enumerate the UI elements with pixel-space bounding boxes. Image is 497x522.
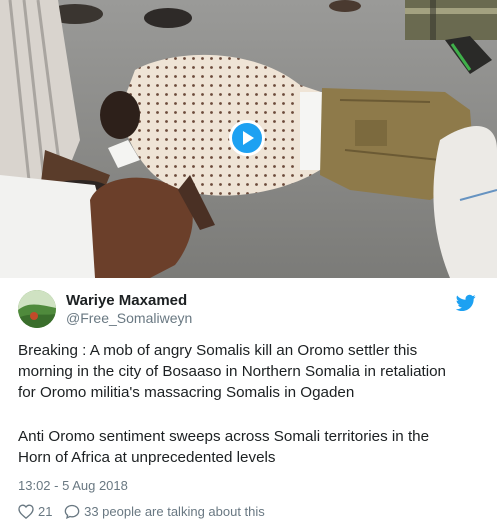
tweet-text: Breaking : A mob of angry Somalis kill a… xyxy=(18,340,479,468)
video-thumbnail[interactable] xyxy=(0,0,497,278)
author-display-name[interactable]: Wariye Maxamed xyxy=(66,292,187,309)
talking-link[interactable]: 33 people are talking about this xyxy=(64,504,265,519)
tweet-card: Wariye Maxamed @Free_Somaliweyn Breaking… xyxy=(0,0,497,521)
play-button[interactable] xyxy=(229,120,265,156)
twitter-bird-icon[interactable] xyxy=(455,294,476,312)
tweet-paragraph: Anti Oromo sentiment sweeps across Somal… xyxy=(18,428,430,466)
like-count: 21 xyxy=(38,504,53,519)
tweet-timestamp[interactable]: 13:02 - 5 Aug 2018 xyxy=(18,478,128,493)
author-handle[interactable]: @Free_Somaliweyn xyxy=(66,310,192,326)
avatar[interactable] xyxy=(18,290,56,328)
tweet-header: Wariye Maxamed @Free_Somaliweyn xyxy=(18,290,479,334)
speech-bubble-icon xyxy=(64,504,80,519)
play-icon xyxy=(243,131,254,145)
heart-icon xyxy=(18,504,34,519)
talking-text: 33 people are talking about this xyxy=(84,504,265,519)
tweet-paragraph: Breaking : A mob of angry Somalis kill a… xyxy=(18,342,447,401)
like-button[interactable]: 21 xyxy=(18,504,52,519)
avatar-image xyxy=(18,290,56,328)
tweet-actions: 21 33 people are talking about this xyxy=(18,504,273,522)
